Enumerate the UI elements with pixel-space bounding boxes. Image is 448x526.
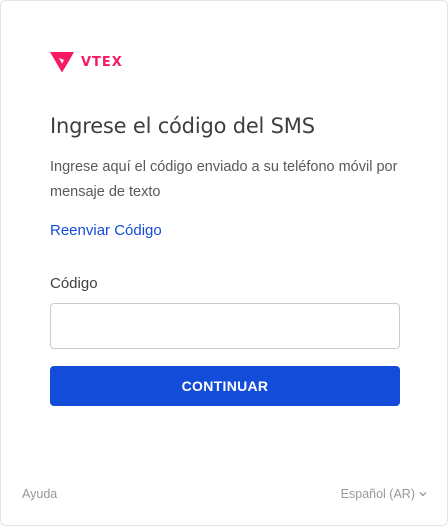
- help-link[interactable]: Ayuda: [22, 487, 57, 501]
- vtex-logo: VTEX: [49, 51, 123, 73]
- resend-code-link[interactable]: Reenviar Código: [50, 222, 162, 239]
- language-label: Español (AR): [340, 487, 415, 501]
- continue-button[interactable]: CONTINUAR: [50, 366, 400, 406]
- login-card: VTEX Ingrese el código del SMS Ingrese a…: [0, 0, 448, 526]
- page-title: Ingrese el código del SMS: [50, 114, 315, 138]
- vtex-logo-icon: [50, 52, 74, 73]
- language-selector[interactable]: Español (AR): [341, 487, 427, 501]
- code-label: Código: [50, 275, 98, 292]
- page-description: Ingrese aquí el código enviado a su telé…: [50, 159, 398, 200]
- code-input[interactable]: [50, 303, 400, 349]
- chevron-down-icon: [419, 492, 427, 497]
- logo-wordmark: VTEX: [81, 54, 123, 70]
